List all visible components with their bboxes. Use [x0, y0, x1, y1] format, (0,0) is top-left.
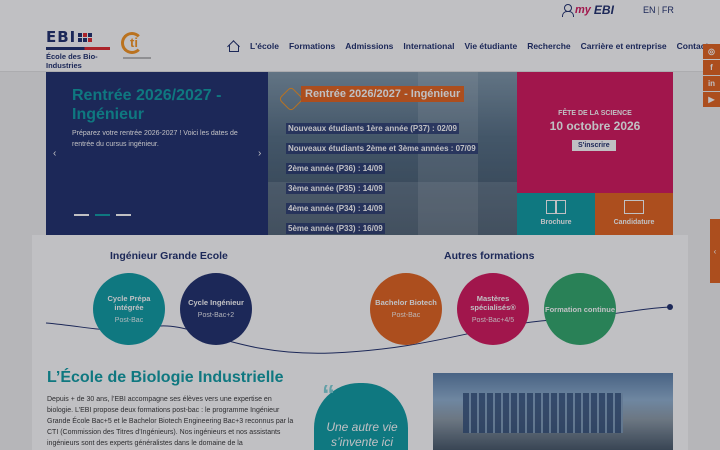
rentree-date-line: 4ème année (P34) : 14/09 [286, 203, 385, 214]
cycle-ingenieur-circle[interactable]: Cycle Ingénieur Post-Bac+2 [180, 273, 252, 345]
nav-vie-etudiante[interactable]: Vie étudiante [464, 41, 517, 51]
myebi-my: my [575, 4, 591, 16]
quote-mark-icon: “ [322, 379, 335, 409]
carousel-dots [74, 214, 131, 216]
about-text: Depuis + de 30 ans, l’EBI accompagne ses… [47, 396, 294, 447]
nav-carriere[interactable]: Carrière et entreprise [581, 41, 667, 51]
campus-building-photo [433, 373, 673, 450]
ebi-logo[interactable]: EBI École des Bio- Industries [46, 28, 116, 70]
rentree-date-line: Nouveaux étudiants 1ère année (P37) : 02… [286, 123, 459, 134]
lang-separator: | [657, 5, 660, 15]
circle-subtitle: Post-Bac+4/5 [471, 316, 515, 324]
language-switcher: EN | FR [643, 5, 674, 15]
formation-continue-circle[interactable]: Formation continue [544, 273, 616, 345]
quote-card: “ Une autre vie s’invente ici [314, 379, 408, 450]
hexagon-icon [278, 86, 304, 112]
rentree-date-line: 3ème année (P35) : 14/09 [286, 183, 385, 194]
logo-bar [46, 47, 110, 50]
logo-subtitle-line2: Industries [46, 61, 82, 70]
myebi-ebi: EBI [593, 3, 614, 17]
hero-title: Rentrée 2026/2027 - Ingénieur [72, 87, 222, 123]
masteres-circle[interactable]: Mastères spécialisés® Post-Bac+4/5 [457, 273, 529, 345]
building-facade [463, 393, 623, 433]
circle-subtitle: Post-Bac+2 [197, 312, 235, 319]
carousel-prev-icon[interactable]: ‹ [53, 148, 56, 159]
form-edit-icon [624, 200, 644, 214]
autres-formations-title: Autres formations [444, 250, 535, 262]
bachelor-biotech-circle[interactable]: Bachelor Biotech Post-Bac [370, 273, 442, 345]
main-nav: L'école Formations Admissions Internatio… [227, 39, 713, 53]
circle-title: Cycle Prépa intégrée [107, 293, 151, 312]
fete-science-date: 10 octobre 2026 [549, 119, 641, 133]
lang-en[interactable]: EN [643, 5, 656, 15]
ingenieur-grande-ecole-title: Ingénieur Grande Ecole [110, 250, 228, 262]
facebook-icon[interactable]: f [703, 60, 720, 75]
circle-title: Formation continue [545, 304, 615, 314]
cti-subline [123, 57, 151, 59]
top-utility-bar: my EBI EN | FR [0, 0, 720, 20]
quote-text: Une autre vie s’invente ici [326, 420, 398, 449]
carousel-next-icon[interactable]: › [258, 148, 261, 159]
book-icon [546, 200, 566, 214]
circle-subtitle: Post-Bac [391, 312, 421, 319]
nav-formations[interactable]: Formations [289, 41, 335, 51]
myebi-link[interactable]: my EBI [562, 3, 614, 17]
rentree-date-line: 5ème année (P33) : 16/09 [286, 223, 385, 234]
linkedin-icon[interactable]: in [703, 76, 720, 91]
about-title: L’École de Biologie Industrielle [47, 369, 284, 386]
cti-ti-text: ti [130, 35, 138, 50]
circle-title: Bachelor Biotech [375, 298, 437, 307]
cti-logo[interactable]: ti [121, 32, 151, 62]
youtube-icon[interactable]: ▶ [703, 92, 720, 107]
side-drawer-tab[interactable]: ‹ [710, 219, 720, 283]
fete-science-label: FÊTE DE LA SCIENCE [558, 110, 632, 117]
brochure-tile[interactable]: Brochure [517, 193, 595, 235]
brochure-label: Brochure [540, 219, 572, 226]
candidature-tile[interactable]: Candidature [595, 193, 673, 235]
rentree-date-line: Nouveaux étudiants 2ème et 3ème années :… [286, 143, 478, 154]
logo-ebi-text: EBI [46, 28, 77, 46]
logo-subtitle-line1: École des Bio- [46, 52, 98, 61]
logo-dots-icon [78, 32, 93, 42]
cycle-prepa-circle[interactable]: Cycle Prépa intégrée Post-Bac [93, 273, 165, 345]
carousel-dot[interactable] [116, 214, 131, 216]
rentree-dates-list: Nouveaux étudiants 1ère année (P37) : 02… [286, 118, 478, 235]
hero-slide-image[interactable]: Rentrée 2026/2027 - Ingénieur Nouveaux é… [268, 72, 517, 235]
circle-subtitle: Post-Bac [114, 316, 144, 324]
home-icon[interactable] [227, 40, 239, 52]
circle-title: Mastères spécialisés® [470, 293, 516, 312]
nav-international[interactable]: International [403, 41, 454, 51]
site-header: EBI École des Bio- Industries ti L'école… [0, 20, 720, 72]
sinscrire-button[interactable]: S'inscrire [572, 140, 616, 151]
hero-slide-text: Rentrée 2026/2027 - Ingénieur Préparez v… [46, 72, 268, 235]
carousel-dot[interactable] [74, 214, 89, 216]
hero-section: Rentrée 2026/2027 - Ingénieur Préparez v… [46, 72, 673, 235]
candidature-label: Candidature [613, 219, 655, 226]
nav-ecole[interactable]: L'école [250, 41, 279, 51]
nav-admissions[interactable]: Admissions [345, 41, 393, 51]
hero-description: Préparez votre rentrée 2026-2027 ! Voici… [72, 130, 238, 148]
nav-recherche[interactable]: Recherche [527, 41, 570, 51]
chevron-left-icon: ‹ [713, 246, 717, 256]
photo-heading: Rentrée 2026/2027 - Ingénieur [301, 86, 465, 102]
instagram-icon[interactable]: ◎ [703, 44, 720, 59]
lang-fr[interactable]: FR [662, 5, 674, 15]
main-content: Ingénieur Grande Ecole Autres formations… [32, 235, 688, 450]
circle-title: Cycle Ingénieur [188, 298, 244, 307]
logo-subtitle: École des Bio- Industries [46, 52, 116, 70]
fete-science-card: FÊTE DE LA SCIENCE 10 octobre 2026 S'ins… [517, 72, 673, 193]
user-icon [562, 4, 574, 17]
rentree-date-line: 2ème année (P36) : 14/09 [286, 163, 385, 174]
social-links: ◎ f in ▶ [703, 44, 720, 108]
carousel-dot-active[interactable] [95, 214, 110, 216]
